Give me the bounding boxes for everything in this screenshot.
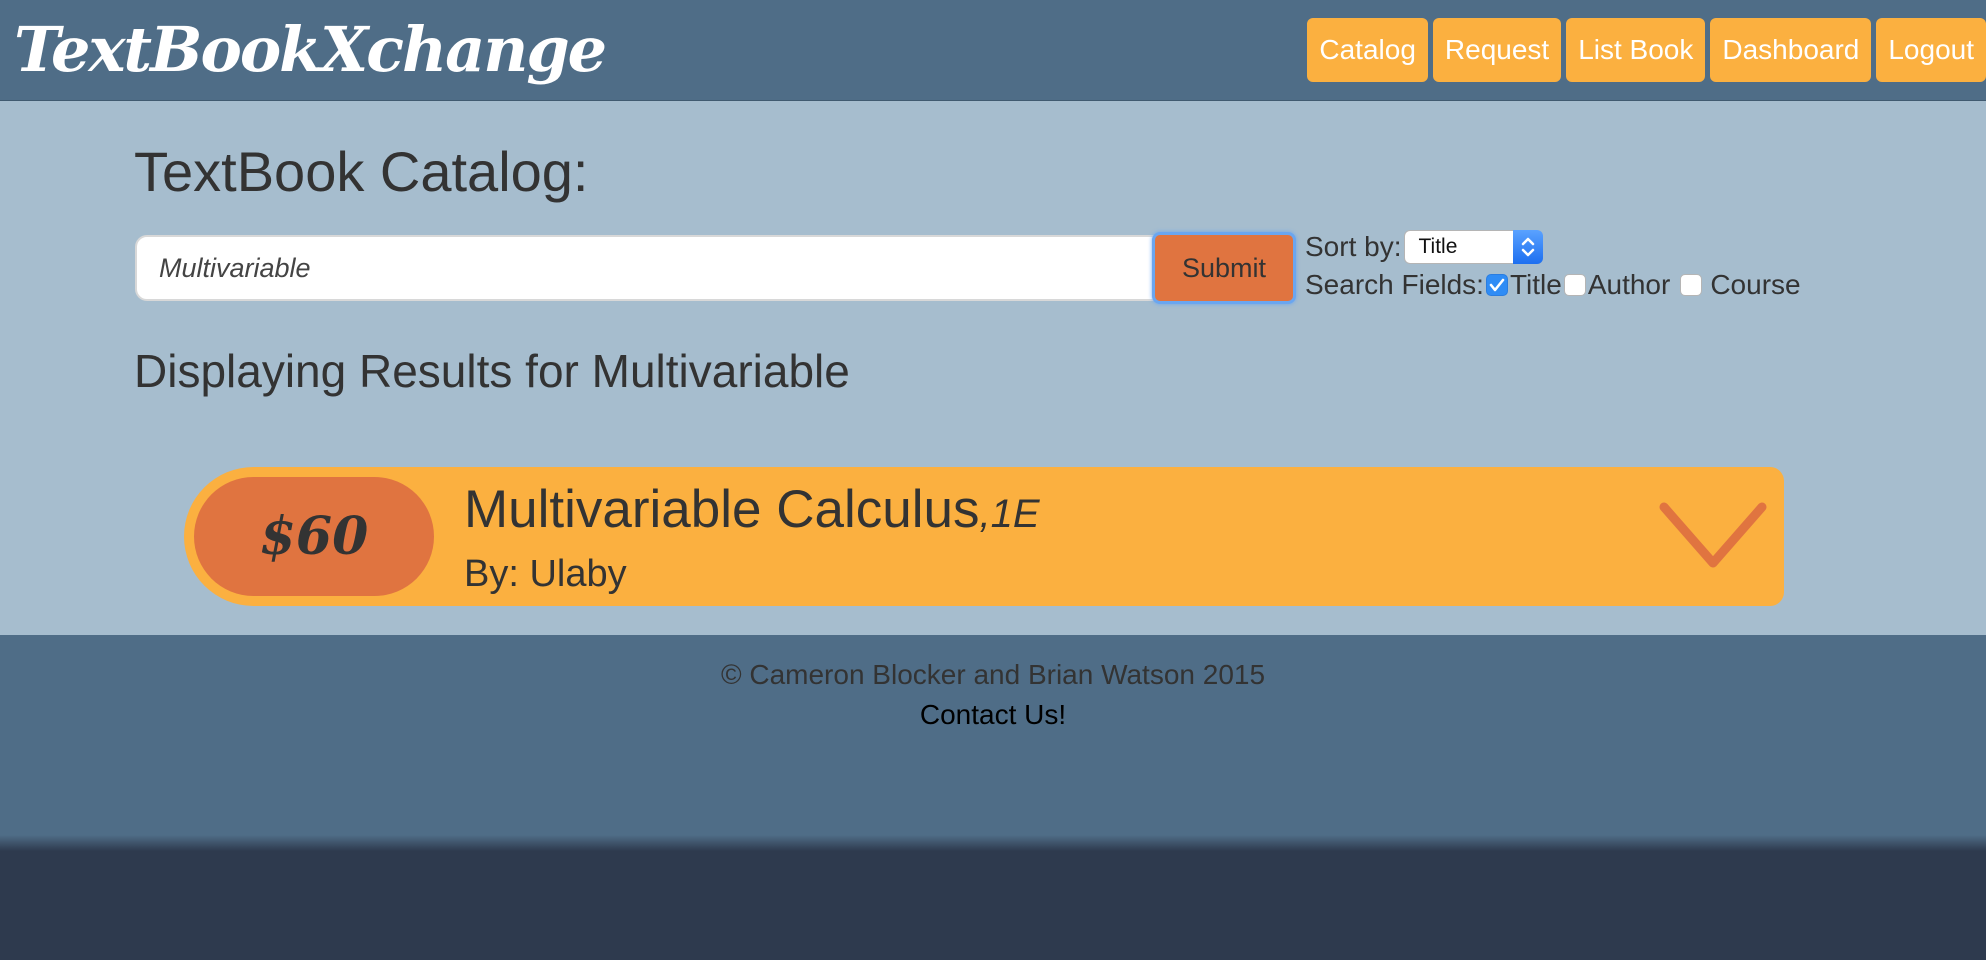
book-title-line: Multivariable Calculus,1E [464, 475, 1040, 545]
nav-dashboard-button[interactable]: Dashboard [1710, 18, 1872, 82]
submit-button[interactable]: Submit [1152, 232, 1296, 304]
title-checkbox-label: Title [1509, 269, 1562, 300]
book-edition-separator: , [979, 492, 991, 536]
book-edition: 1E [990, 492, 1040, 536]
book-result-card[interactable]: $60 Multivariable Calculus,1E By: Ulaby [184, 467, 1784, 606]
price-badge: $60 [194, 477, 434, 596]
results-heading: Displaying Results for Multivariable [134, 345, 850, 397]
sort-control: Sort by: Title [1305, 227, 1544, 267]
contact-us-link[interactable]: Contact Us! [0, 699, 1986, 731]
nav-logout-button[interactable]: Logout [1876, 18, 1986, 82]
nav-request-button[interactable]: Request [1432, 18, 1562, 82]
book-title: Multivariable Calculus [464, 480, 980, 539]
book-author: By: Ulaby [464, 553, 627, 595]
site-header: TextBookXchange Catalog Request List Boo… [0, 0, 1986, 101]
checkmark-icon [1489, 278, 1505, 292]
copyright-text: © Cameron Blocker and Brian Watson 2015 [720, 659, 1266, 690]
sort-selected-value: Title [1418, 235, 1458, 258]
page-title: TextBook Catalog: [134, 140, 589, 203]
catalog-main: TextBook Catalog: Submit Sort by: Title … [0, 101, 1986, 635]
search-fields-control: Search Fields: Title Author Course [1305, 265, 1801, 305]
sort-label: Sort by: [1305, 231, 1402, 262]
footer-shadow [0, 835, 1986, 851]
course-checkbox-label: Course [1710, 269, 1801, 300]
search-fields-label: Search Fields: [1305, 269, 1484, 300]
search-input[interactable] [135, 235, 1155, 301]
nav-catalog-button[interactable]: Catalog [1307, 18, 1428, 82]
chevron-down-icon[interactable] [1656, 495, 1770, 575]
site-logo[interactable]: TextBookXchange [14, 8, 607, 92]
author-checkbox[interactable] [1563, 274, 1586, 296]
site-footer: © Cameron Blocker and Brian Watson 2015 … [0, 635, 1986, 835]
nav-list-book-button[interactable]: List Book [1566, 18, 1706, 82]
select-arrows-icon [1513, 230, 1544, 264]
author-checkbox-label: Author [1587, 269, 1671, 300]
sort-select[interactable]: Title [1404, 230, 1544, 264]
course-checkbox[interactable] [1680, 274, 1703, 296]
title-checkbox[interactable] [1485, 274, 1508, 296]
main-nav: Catalog Request List Book Dashboard Logo… [1307, 18, 1986, 82]
